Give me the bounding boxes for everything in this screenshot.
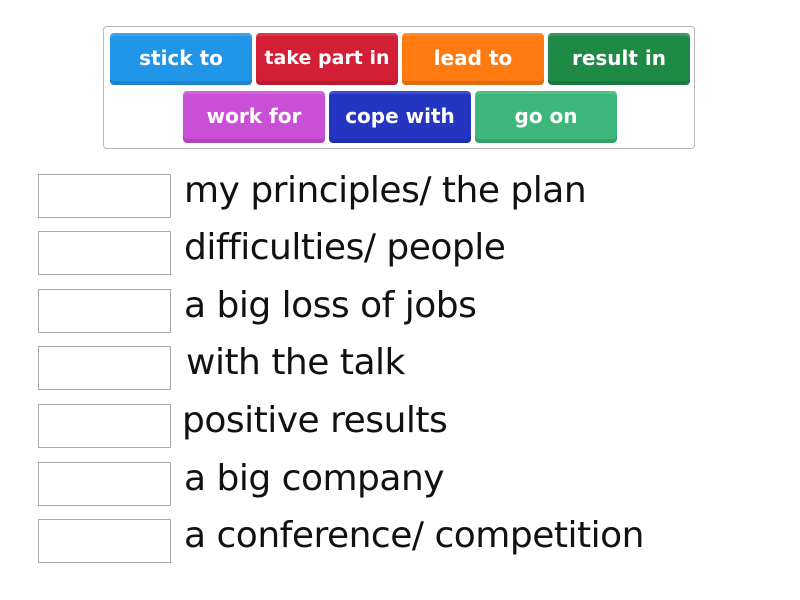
item-row-2: difficulties/ people bbox=[38, 227, 738, 275]
tile-work-for[interactable]: work for bbox=[183, 91, 325, 143]
answer-slot[interactable] bbox=[38, 231, 171, 275]
item-phrase: a conference/ competition bbox=[184, 515, 644, 556]
answer-slot[interactable] bbox=[38, 404, 171, 448]
answer-slot[interactable] bbox=[38, 174, 171, 218]
item-row-7: a conference/ competition bbox=[38, 515, 738, 563]
item-phrase: difficulties/ people bbox=[184, 227, 506, 268]
word-bank: stick to take part in lead to result in … bbox=[103, 26, 695, 149]
answer-slot[interactable] bbox=[38, 462, 171, 506]
answer-slot[interactable] bbox=[38, 519, 171, 563]
item-phrase: a big loss of jobs bbox=[184, 285, 477, 326]
tile-stick-to[interactable]: stick to bbox=[110, 33, 252, 85]
item-phrase: my principles/ the plan bbox=[184, 170, 587, 211]
item-row-3: a big loss of jobs bbox=[38, 285, 738, 333]
item-row-6: a big company bbox=[38, 458, 738, 506]
tile-result-in[interactable]: result in bbox=[548, 33, 690, 85]
item-row-4: with the talk bbox=[38, 342, 738, 390]
answer-slot[interactable] bbox=[38, 346, 171, 390]
tile-cope-with[interactable]: cope with bbox=[329, 91, 471, 143]
tile-lead-to[interactable]: lead to bbox=[402, 33, 544, 85]
tile-go-on[interactable]: go on bbox=[475, 91, 617, 143]
item-phrase: positive results bbox=[182, 400, 448, 441]
item-row-5: positive results bbox=[38, 400, 738, 448]
item-phrase: with the talk bbox=[186, 342, 405, 383]
item-row-1: my principles/ the plan bbox=[38, 170, 738, 218]
answer-slot[interactable] bbox=[38, 289, 171, 333]
item-phrase: a big company bbox=[184, 458, 445, 499]
tile-take-part-in[interactable]: take part in bbox=[256, 33, 398, 85]
